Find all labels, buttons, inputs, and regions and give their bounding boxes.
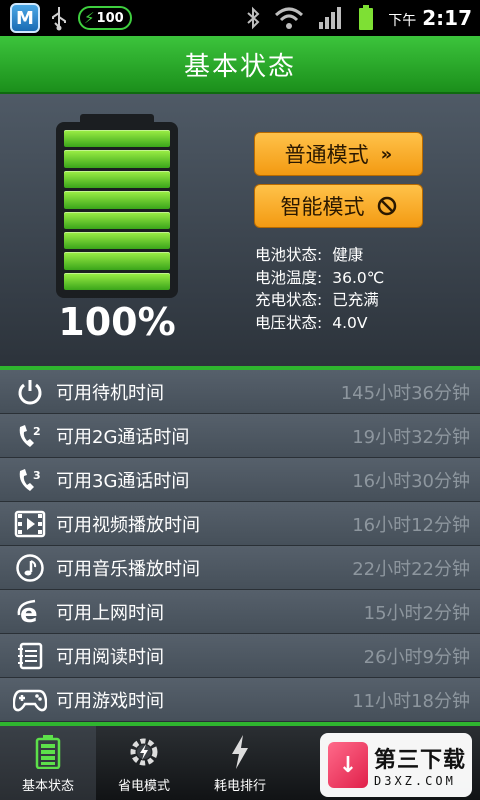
battery-status-panel: 100% 普通模式 » 智能模式 电池状态: 健康 电池温度: 36.0℃ 充电状态… — [0, 94, 480, 366]
usb-icon — [52, 7, 66, 31]
normal-mode-button[interactable]: 普通模式 » — [254, 132, 423, 176]
info-battery-health: 电池状态: 健康 — [255, 246, 364, 264]
list-item-internet[interactable]: e 可用上网时间 15小时2分钟 — [0, 590, 480, 634]
bolt-icon: ⚡ — [84, 9, 95, 27]
list-item-video[interactable]: 可用视频播放时间 16小时12分钟 — [0, 502, 480, 546]
app-notification-icon: M — [10, 3, 40, 33]
list-item-reading[interactable]: 可用阅读时间 26小时9分钟 — [0, 634, 480, 678]
battery-status-icon — [359, 5, 374, 30]
wifi-icon — [275, 7, 304, 29]
battery-graphic — [56, 114, 178, 298]
info-voltage: 电压状态: 4.0V — [255, 313, 368, 332]
status-bar: M ⚡ 100 下午 2:17 — [0, 0, 480, 36]
list-item-2g-call[interactable]: 2 可用2G通话时间 19小时32分钟 — [0, 414, 480, 458]
browser-icon: e — [13, 595, 47, 629]
tab-basic-status[interactable]: 基本状态 — [0, 726, 96, 800]
battery-tab-icon — [30, 733, 66, 771]
svg-text:2: 2 — [33, 425, 41, 438]
download-site-watermark: ↓ 第三下载 D3XZ.COM — [320, 733, 472, 797]
gamepad-icon — [13, 683, 47, 717]
call-2g-icon: 2 — [13, 419, 47, 453]
music-icon — [13, 551, 47, 585]
no-entry-icon — [377, 196, 396, 216]
info-battery-temperature: 电池温度: 36.0℃ — [255, 268, 385, 287]
video-icon — [13, 507, 47, 541]
power-icon — [13, 375, 47, 409]
info-charge-state: 充电状态: 已充满 — [255, 291, 379, 309]
list-item-gaming[interactable]: 可用游戏时间 11小时18分钟 — [0, 678, 480, 722]
list-item-music[interactable]: 可用音乐播放时间 22小时22分钟 — [0, 546, 480, 590]
usage-time-list: 可用待机时间 145小时36分钟 2 可用2G通话时间 19小时32分钟 3 可… — [0, 370, 480, 722]
gear-bolt-icon — [126, 733, 162, 771]
book-icon — [13, 639, 47, 673]
smart-mode-button[interactable]: 智能模式 — [254, 184, 423, 228]
tab-power-ranking[interactable]: 耗电排行 — [192, 726, 288, 800]
battery-level-segments — [56, 122, 178, 298]
battery-saver-badge: ⚡ 100 — [78, 6, 132, 30]
lightning-icon — [222, 733, 258, 771]
page-title: 基本状态 — [183, 51, 296, 82]
battery-info-list: 电池状态: 健康 电池温度: 36.0℃ 充电状态: 已充满 电压状态: 4.0V — [255, 244, 455, 334]
tab-power-saving-mode[interactable]: 省电模式 — [96, 726, 192, 800]
bluetooth-icon — [247, 6, 260, 30]
download-arrow-logo-icon: ↓ — [328, 742, 368, 788]
double-chevron-right-icon: » — [380, 143, 393, 165]
svg-text:3: 3 — [33, 469, 41, 482]
list-item-standby[interactable]: 可用待机时间 145小时36分钟 — [0, 370, 480, 414]
battery-percentage: 100% — [58, 300, 176, 344]
list-item-3g-call[interactable]: 3 可用3G通话时间 16小时30分钟 — [0, 458, 480, 502]
clock: 下午 2:17 — [388, 6, 472, 30]
title-bar: 基本状态 — [0, 36, 480, 94]
call-3g-icon: 3 — [13, 463, 47, 497]
signal-icon — [319, 7, 342, 29]
